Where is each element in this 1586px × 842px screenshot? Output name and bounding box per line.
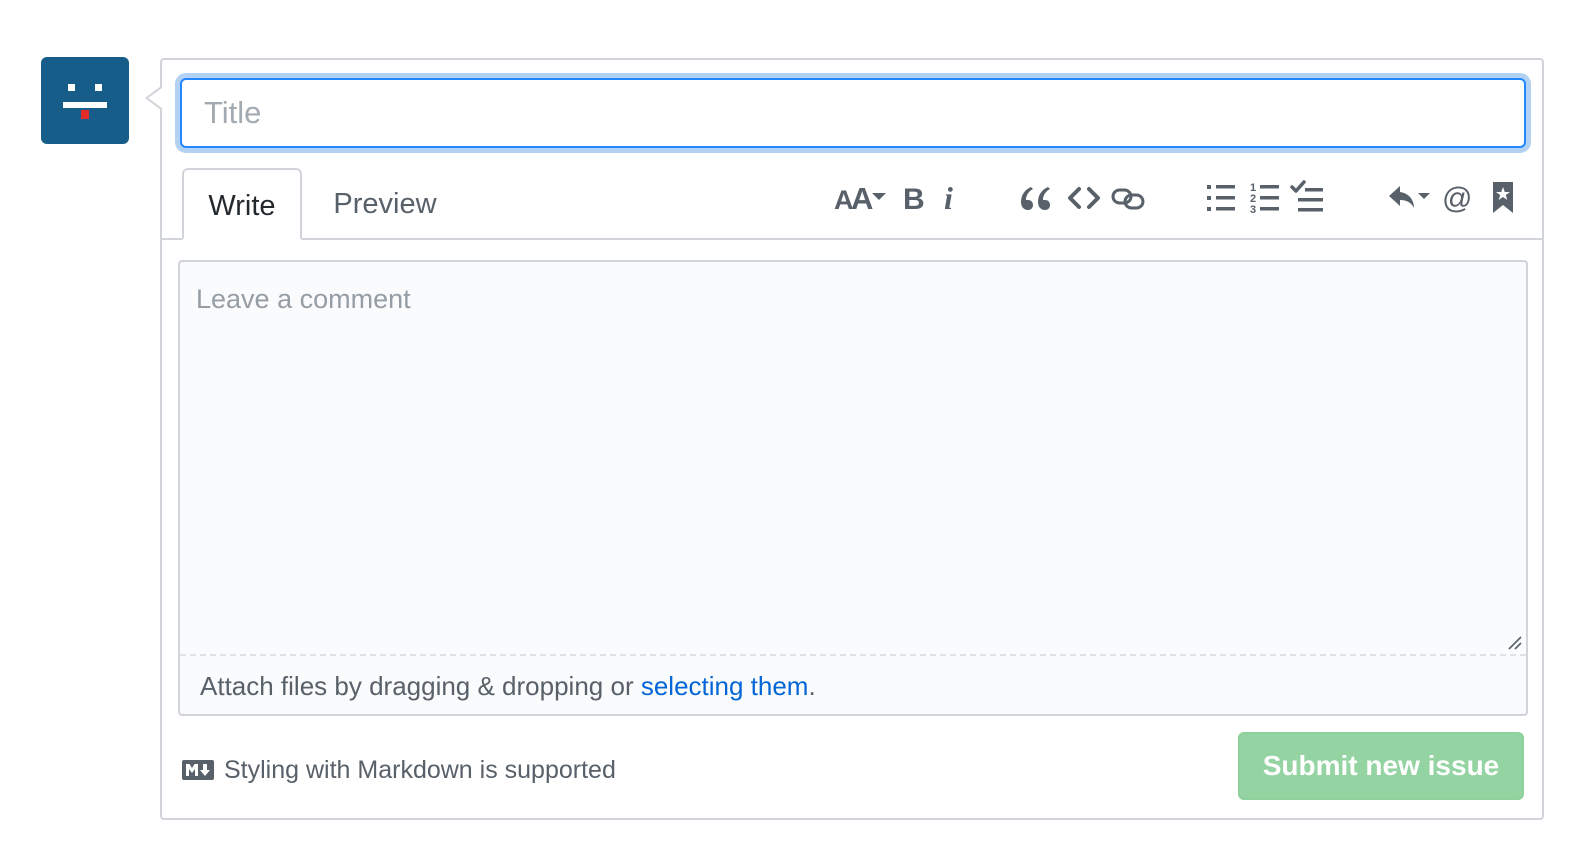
attach-suffix: . bbox=[808, 671, 816, 701]
tab-write[interactable]: Write bbox=[182, 168, 302, 240]
comment-box: Attach files by dragging & dropping or s… bbox=[178, 260, 1528, 716]
svg-text:B: B bbox=[903, 183, 925, 216]
ordered-list-icon[interactable]: 1 2 3 bbox=[1248, 178, 1282, 218]
mention-icon[interactable]: @ bbox=[1440, 178, 1476, 218]
text-size-icon[interactable]: A A bbox=[832, 178, 890, 218]
italic-icon[interactable]: i bbox=[940, 178, 962, 218]
new-issue-form: Write Preview A A B i bbox=[160, 58, 1544, 820]
title-input[interactable] bbox=[180, 78, 1526, 148]
markdown-note[interactable]: Styling with Markdown is supported bbox=[182, 750, 616, 790]
identicon-face-icon bbox=[63, 84, 107, 119]
quote-icon[interactable] bbox=[1017, 178, 1053, 218]
markdown-icon bbox=[182, 760, 214, 780]
tab-preview[interactable]: Preview bbox=[320, 168, 450, 240]
avatar[interactable] bbox=[41, 57, 129, 144]
link-icon[interactable] bbox=[1110, 178, 1148, 218]
svg-text:i: i bbox=[944, 180, 953, 216]
bold-icon[interactable]: B bbox=[900, 178, 928, 218]
panel-pointer-fill bbox=[148, 88, 162, 108]
svg-text:3: 3 bbox=[1250, 204, 1256, 216]
markdown-note-text: Styling with Markdown is supported bbox=[224, 755, 616, 784]
task-list-icon[interactable] bbox=[1290, 178, 1326, 218]
reference-icon[interactable] bbox=[1488, 178, 1518, 218]
resize-handle-icon[interactable] bbox=[1506, 634, 1522, 650]
reply-icon[interactable] bbox=[1386, 178, 1432, 218]
submit-new-issue-button[interactable]: Submit new issue bbox=[1238, 732, 1524, 800]
comment-textarea[interactable] bbox=[180, 262, 1526, 654]
unordered-list-icon[interactable] bbox=[1204, 178, 1238, 218]
code-icon[interactable] bbox=[1066, 178, 1102, 218]
file-attach-bar[interactable]: Attach files by dragging & dropping or s… bbox=[180, 654, 1526, 714]
svg-text:@: @ bbox=[1442, 182, 1472, 215]
svg-text:A: A bbox=[851, 181, 873, 216]
select-files-link[interactable]: selecting them bbox=[641, 671, 809, 701]
attach-text: Attach files by dragging & dropping or bbox=[200, 671, 641, 701]
